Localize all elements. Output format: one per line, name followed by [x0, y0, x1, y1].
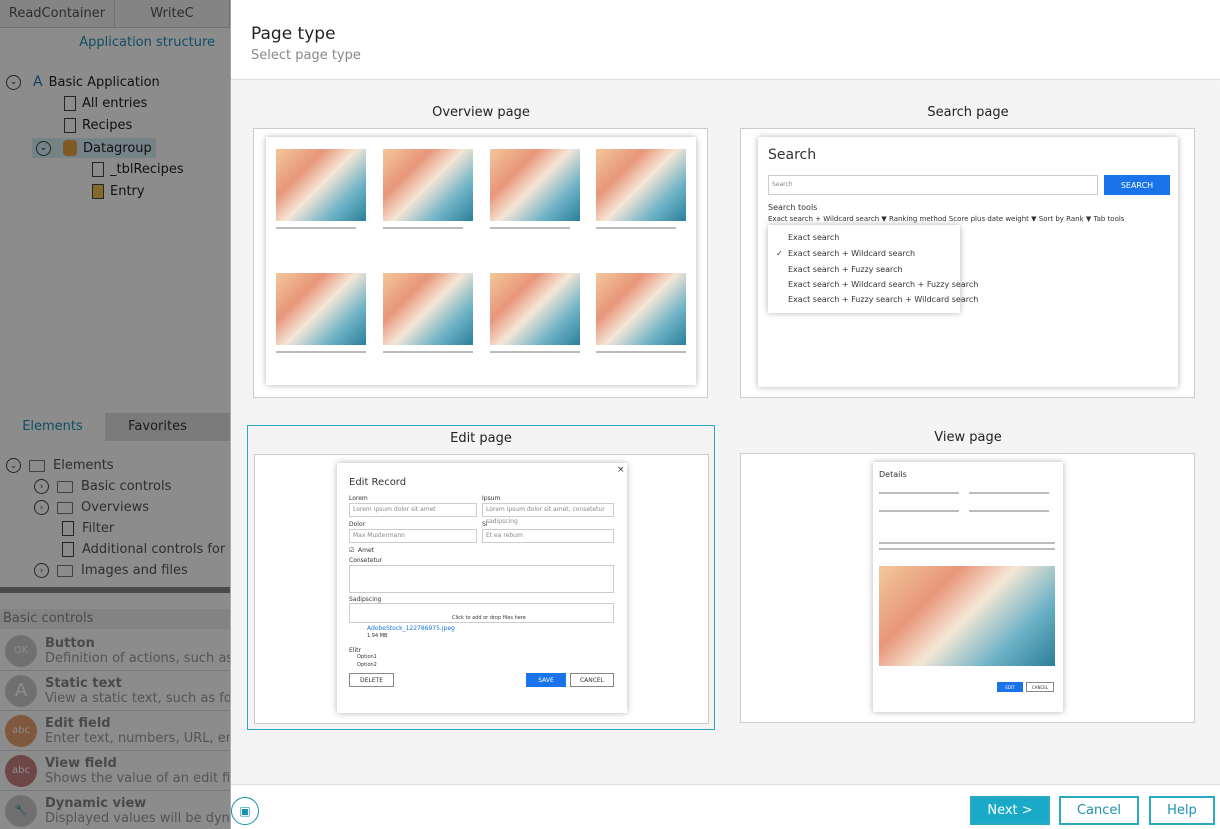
search-tools-label: Search tools: [768, 203, 818, 212]
view-heading: Details: [879, 470, 907, 479]
edit-preview-canvas: Edit Record × Lorem Ipsum Lorem ipsum do…: [337, 463, 627, 713]
preview-image: [383, 149, 473, 221]
field-value: Lorem ipsum dolor sit amet: [349, 503, 477, 517]
upload-hint: Click to add or drop files here: [452, 615, 526, 621]
preview-image: [276, 149, 366, 221]
dropdown-option: Exact search + Wildcard search + Fuzzy s…: [788, 280, 979, 289]
edit-preview: Edit Record × Lorem Ipsum Lorem ipsum do…: [254, 454, 709, 724]
search-filters: Exact search + Wildcard search ▼ Ranking…: [768, 215, 1125, 223]
field-value: Max Mustermann: [349, 529, 477, 543]
text-line: [383, 351, 473, 353]
card-label: Edit page: [450, 431, 512, 446]
text-line: [276, 227, 356, 229]
text-line: [969, 510, 1049, 512]
text-line: [490, 351, 580, 353]
dialog-subtitle: Select page type: [251, 48, 361, 63]
search-preview-canvas: Search Search SEARCH Search tools Exact …: [758, 137, 1178, 387]
modal-overlay: [0, 0, 230, 829]
dialog-body: Overview page Search page Search Search …: [231, 82, 1220, 784]
search-dropdown: Exact search ✓ Exact search + Wildcard s…: [768, 225, 978, 313]
text-line: [490, 227, 570, 229]
dialog-footer: ▣ Next > Cancel Help: [231, 784, 1220, 829]
text-line: [879, 548, 1055, 550]
text-line: [879, 492, 959, 494]
view-preview-canvas: Details EDIT CANCEL: [873, 462, 1063, 712]
close-icon: ×: [617, 465, 625, 475]
search-heading: Search: [768, 147, 817, 163]
dialog-header: Page type Select page type: [231, 0, 1220, 80]
field-label: Si: [482, 521, 488, 528]
file-size: 1.94 MB: [367, 633, 388, 639]
text-line: [383, 227, 463, 229]
card-search-page[interactable]: Search page Search Search SEARCH Search …: [734, 100, 1202, 405]
preview-image: [383, 273, 473, 345]
view-preview: Details EDIT CANCEL: [740, 453, 1195, 723]
dropdown-option: Exact search + Wildcard search: [788, 249, 916, 258]
cancel-button[interactable]: Cancel: [1059, 796, 1139, 825]
preview-image: [596, 149, 686, 221]
edit-heading: Edit Record: [349, 477, 407, 488]
text-line: [879, 542, 1055, 544]
page-type-dialog: Page type Select page type Overview page: [230, 0, 1220, 829]
search-field: Search: [768, 175, 1098, 195]
dialog-title: Page type: [251, 24, 336, 44]
field-label: Ipsum: [482, 495, 501, 502]
field-value: Lorem ipsum dolor sit amet, consetetur s…: [482, 503, 614, 525]
field-label: Elitr: [349, 647, 361, 654]
preview-image: [276, 273, 366, 345]
search-preview: Search Search SEARCH Search tools Exact …: [740, 128, 1195, 398]
card-label: Search page: [927, 105, 1009, 120]
checkbox-icon: ☑: [349, 547, 355, 554]
check-icon: ✓: [776, 249, 783, 258]
text-line: [879, 510, 959, 512]
delete-button: DELETE: [349, 673, 394, 687]
dropdown-option: Exact search + Fuzzy search: [788, 265, 903, 274]
dropdown-option: Exact search: [788, 233, 840, 242]
preview-image: [490, 149, 580, 221]
help-button[interactable]: Help: [1149, 796, 1215, 825]
card-view-page[interactable]: View page Details EDIT CANCEL: [734, 425, 1202, 730]
card-edit-page[interactable]: Edit page Edit Record × Lorem Ipsum Lore…: [247, 425, 715, 730]
cancel-button: CANCEL: [570, 673, 614, 687]
text-line: [276, 351, 366, 353]
text-line: [596, 227, 676, 229]
preview-image: [596, 273, 686, 345]
card-label: Overview page: [432, 105, 530, 120]
overview-preview-canvas: [266, 137, 696, 385]
window-icon[interactable]: ▣: [231, 797, 259, 825]
field-label: Dolor: [349, 521, 366, 528]
card-label: View page: [934, 430, 1002, 445]
text-line: [596, 351, 686, 353]
field-label: Sadipscing: [349, 596, 382, 603]
next-button[interactable]: Next >: [970, 796, 1050, 825]
textarea: [349, 565, 614, 593]
field-label: Consetetur: [349, 557, 383, 564]
edit-button: EDIT: [997, 682, 1023, 692]
dropdown-option: Exact search + Fuzzy search + Wildcard s…: [788, 295, 979, 304]
checkbox-label: Amet: [358, 547, 374, 554]
save-button: SAVE: [526, 673, 566, 687]
file-name: AdobeStock_122786975.jpeg: [367, 625, 455, 632]
card-overview-page[interactable]: Overview page: [247, 100, 715, 405]
text-line: [969, 492, 1049, 494]
preview-image: [490, 273, 580, 345]
field-label: Lorem: [349, 495, 368, 502]
radio-option: Option2: [357, 662, 377, 668]
search-button: SEARCH: [1104, 175, 1170, 195]
radio-option: Option1: [357, 654, 377, 660]
field-value: Et ea rebum: [482, 529, 614, 543]
preview-image: [879, 566, 1055, 666]
cancel-button: CANCEL: [1026, 682, 1054, 692]
overview-preview: [253, 128, 708, 398]
